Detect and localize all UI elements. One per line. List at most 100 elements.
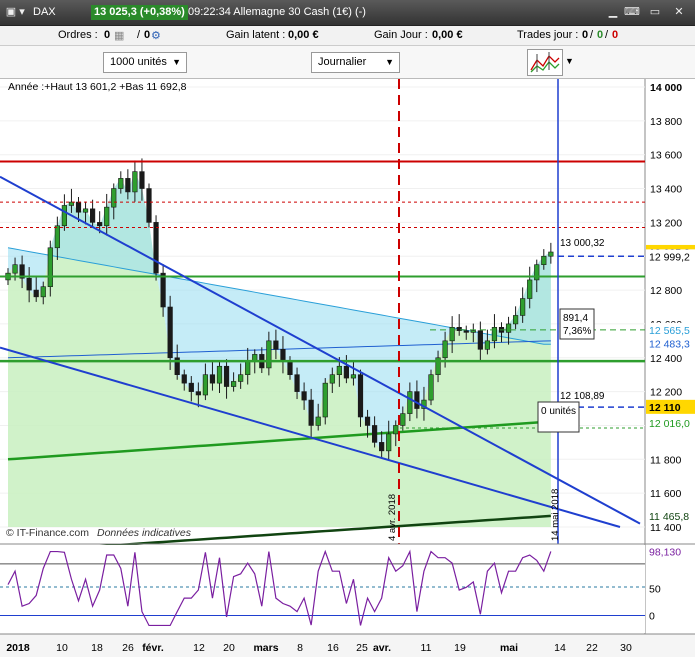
x-tick-label: 30 [620, 642, 632, 654]
x-tick-label: 26 [122, 642, 134, 654]
y-tick-label: 13 600 [650, 150, 682, 162]
candle-body [400, 413, 406, 426]
candle-body [231, 381, 237, 387]
candle-body [407, 391, 413, 414]
orders-value: 0 [104, 29, 111, 41]
y-tick-label: 12 800 [650, 285, 682, 297]
candle-body [40, 286, 46, 298]
candle-body [245, 360, 251, 375]
candle-body [160, 272, 166, 308]
orders-value-2: 0 [144, 29, 151, 41]
right-price-label: 12 999,2 [649, 251, 690, 263]
measure-percent: 7,36% [563, 326, 591, 337]
chevron-down-icon: ▼ [172, 57, 181, 67]
quantity-value: 1000 unités [110, 56, 167, 68]
candle-body [273, 340, 279, 350]
x-tick-label: mars [253, 642, 278, 654]
keyboard-icon[interactable]: ⌨ [624, 5, 640, 19]
window-titlebar: ▣ ▾ DAX 13 025,3 (+0,38%) 09:22:34 Allem… [0, 0, 695, 26]
candle-body [104, 206, 110, 227]
candle-body [132, 171, 138, 193]
orders-separator: / [137, 29, 141, 41]
candle-body [386, 433, 392, 452]
x-tick-label: 12 [193, 642, 205, 654]
period-value: Journalier [318, 56, 367, 68]
chevron-down-icon[interactable]: ▾ [15, 5, 29, 19]
candle-body [287, 360, 293, 375]
y-tick-label: 13 400 [650, 184, 682, 196]
x-tick-label: 16 [327, 642, 339, 654]
rsi-tick-label: 50 [649, 584, 661, 596]
y-tick-label: 11 800 [650, 454, 681, 466]
settings-icon[interactable]: ⚙ [151, 29, 161, 42]
candle-body [188, 382, 194, 392]
candle-body [47, 247, 53, 287]
x-tick-label: 18 [91, 642, 103, 654]
chart-area[interactable]: 14 00013 80013 60013 40013 20013 00012 8… [0, 79, 695, 657]
close-icon[interactable]: ✕ [672, 5, 686, 19]
y-tick-label: 13 800 [650, 116, 682, 128]
candle-body [266, 340, 272, 369]
candle-body [428, 374, 434, 401]
candle-body [357, 374, 364, 418]
candle-body [209, 374, 216, 384]
trading-info-bar: Ordres : 0 ▦ / 0 ⚙ Gain latent : 0,00 € … [0, 26, 695, 46]
candle-body [97, 222, 103, 227]
gain-jour-value: 0,00 € [432, 29, 463, 41]
candle-body [484, 340, 491, 350]
x-tick-label: 20 [223, 642, 235, 654]
candle-body [308, 399, 314, 426]
quantity-select[interactable]: 1000 unités ▼ [103, 52, 187, 73]
vline-date-label-2: 14 mai 2018 [550, 489, 561, 541]
price-change-badge: 13 025,3 (+0,38%) [91, 5, 188, 20]
candlestick-chart-icon [530, 52, 560, 73]
candle-body [371, 425, 378, 443]
candle-body [463, 330, 469, 333]
candle-body [167, 306, 173, 359]
x-tick-label: 25 [356, 642, 368, 654]
candle-body [294, 374, 300, 392]
candle-body [153, 222, 159, 274]
orders-grid-icon[interactable]: ▦ [114, 29, 124, 42]
gain-latent-value: 0,00 € [288, 29, 319, 41]
price-chart-svg[interactable]: 14 00013 80013 60013 40013 20013 00012 8… [0, 79, 695, 657]
symbol-label[interactable]: DAX [33, 6, 56, 18]
x-tick-label: mai [500, 642, 518, 654]
chevron-down-icon[interactable]: ▼ [565, 56, 574, 66]
candle-body [393, 425, 399, 435]
candle-body [322, 382, 328, 418]
x-tick-label: 2018 [6, 642, 30, 654]
data-disclaimer: Données indicatives [97, 527, 192, 539]
candle-body [82, 208, 89, 213]
candle-body [414, 391, 420, 409]
minimize-icon[interactable]: ▁ [606, 5, 620, 19]
right-price-label: 12 565,5 [649, 325, 690, 337]
candle-body [449, 327, 455, 342]
candle-body [541, 255, 547, 265]
units-label: 0 unités [541, 406, 576, 417]
candle-body [491, 327, 498, 342]
candle-body [181, 374, 187, 384]
candle-body [280, 349, 286, 362]
window-title: 09:22:34 Allemagne 30 Cash (1€) (-) [188, 6, 366, 18]
chart-type-button[interactable] [527, 49, 563, 76]
measure-value: 891,4 [563, 313, 588, 324]
x-tick-label: 22 [586, 642, 598, 654]
y-tick-label: 12 200 [650, 387, 682, 399]
candle-body [350, 374, 357, 379]
level-label-top: 13 000,32 [560, 238, 605, 249]
candle-body [512, 315, 519, 325]
gain-jour-label: Gain Jour : [374, 29, 428, 41]
candle-body [470, 330, 476, 333]
x-tick-label: 19 [454, 642, 466, 654]
candle-body [315, 416, 321, 426]
maximize-icon[interactable]: ▭ [648, 5, 662, 19]
right-price-label: 12 483,3 [649, 339, 690, 351]
chart-controls-bar: 1000 unités ▼ Journalier ▼ ▼ [0, 46, 695, 79]
period-select[interactable]: Journalier ▼ [311, 52, 400, 73]
right-price-label: 11 465,8 [649, 511, 689, 523]
candle-body [61, 205, 67, 227]
trades-label: Trades jour : [517, 29, 579, 41]
candle-body [202, 374, 209, 396]
candle-body [548, 251, 554, 257]
